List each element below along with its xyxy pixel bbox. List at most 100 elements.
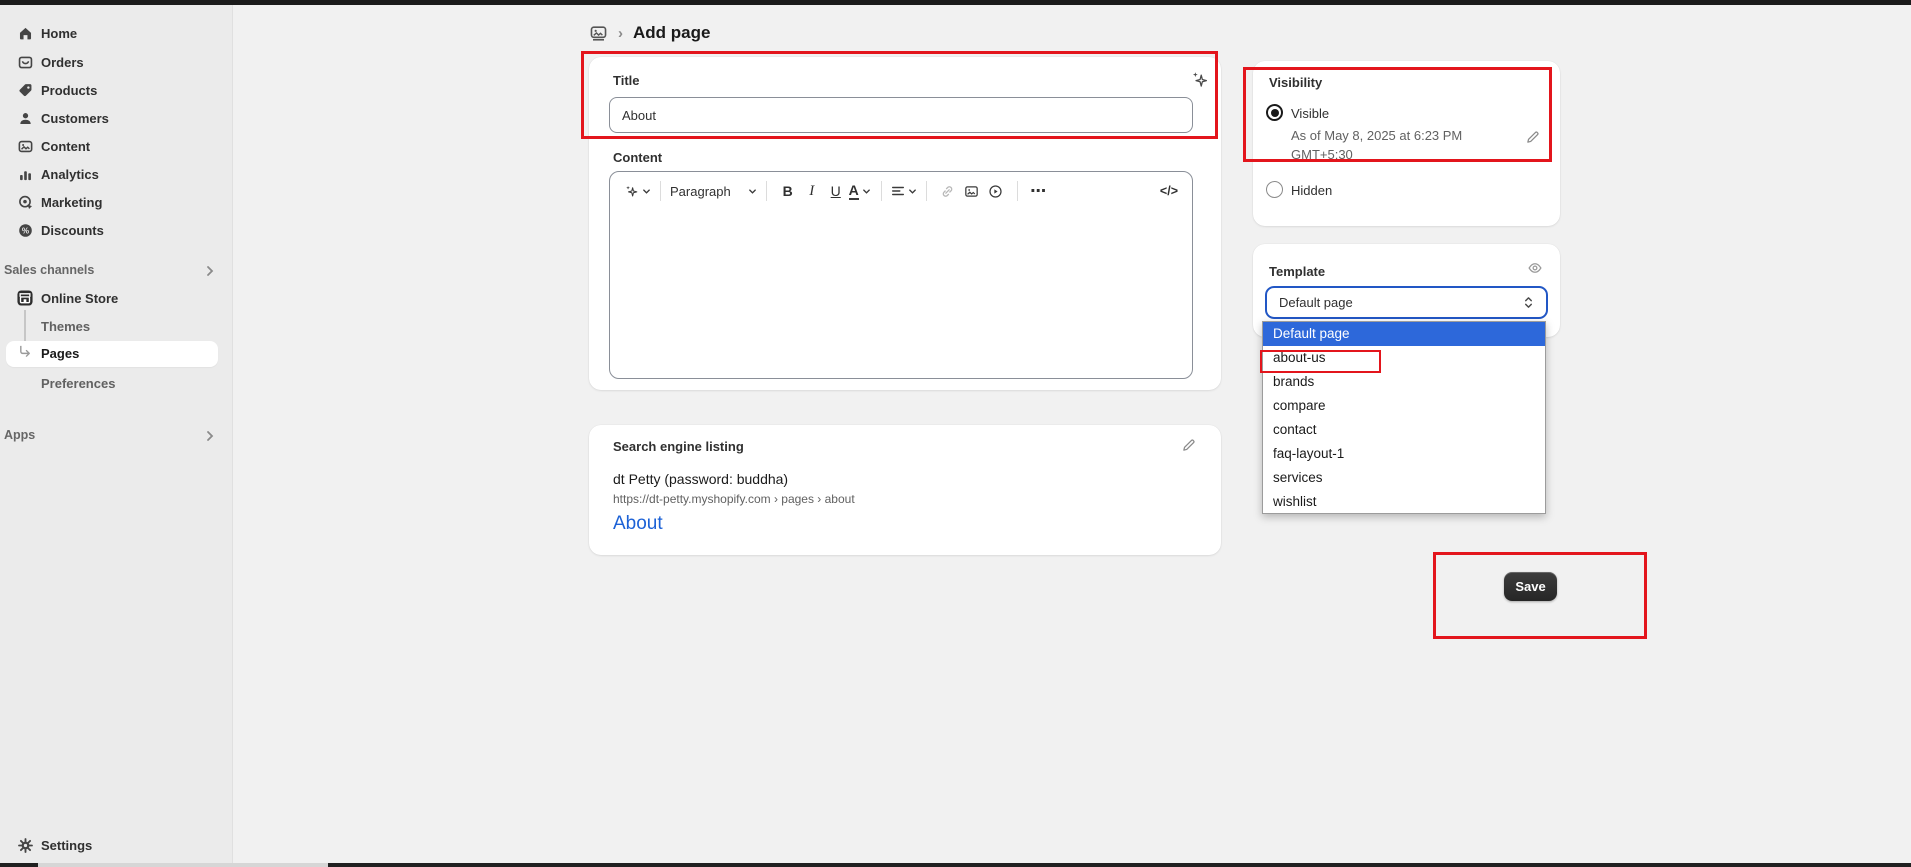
template-select[interactable]: Default page (1265, 286, 1548, 319)
sidebar-item-label: Online Store (41, 291, 118, 306)
chevron-down-icon (748, 187, 757, 196)
online-store-icon (16, 289, 34, 307)
template-dropdown-list: Default page about-us brands compare con… (1262, 321, 1546, 514)
link-button[interactable] (936, 178, 960, 204)
svg-text:%: % (21, 226, 28, 235)
visible-date-line2: GMT+5:30 (1291, 147, 1353, 162)
dropdown-option-faq-layout-1[interactable]: faq-layout-1 (1263, 442, 1545, 466)
home-icon (16, 24, 34, 42)
dropdown-option-brands[interactable]: brands (1263, 370, 1545, 394)
chevron-right-icon[interactable] (204, 430, 216, 442)
chevron-down-icon (862, 187, 871, 196)
sidebar-item-preferences[interactable]: Preferences (0, 369, 232, 397)
sidebar-item-label: Content (41, 139, 90, 154)
horizontal-scrollbar-thumb[interactable] (38, 863, 328, 867)
toolbar-divider (881, 181, 882, 201)
eye-icon[interactable] (1527, 260, 1543, 276)
visibility-card: Visibility Visible As of May 8, 2025 at … (1253, 61, 1560, 226)
products-icon (16, 81, 34, 99)
sidebar: Home Orders Products Customers Content A… (0, 5, 233, 867)
search-engine-listing-card: Search engine listing dt Petty (password… (589, 425, 1221, 555)
title-input[interactable] (609, 97, 1193, 133)
dropdown-option-services[interactable]: services (1263, 466, 1545, 490)
sidebar-item-discounts[interactable]: % Discounts (0, 216, 232, 244)
underline-button[interactable]: U (824, 178, 848, 204)
hidden-radio[interactable] (1266, 181, 1283, 198)
sparkle-ai-icon[interactable] (1190, 70, 1209, 89)
visible-radio[interactable] (1266, 104, 1283, 121)
chevron-right-icon[interactable] (204, 265, 216, 277)
breadcrumb-separator: › (618, 25, 623, 42)
customers-icon (16, 109, 34, 127)
sidebar-item-label: Home (41, 26, 77, 41)
settings-gear-icon (16, 836, 34, 854)
window-top-strip (0, 0, 1911, 5)
sidebar-item-customers[interactable]: Customers (0, 104, 232, 132)
sidebar-item-products[interactable]: Products (0, 76, 232, 104)
discounts-icon: % (16, 221, 34, 239)
pages-breadcrumb-icon[interactable] (589, 24, 608, 43)
paragraph-style-dropdown[interactable]: Paragraph (670, 178, 757, 204)
insert-video-button[interactable] (984, 178, 1008, 204)
toolbar-divider (926, 181, 927, 201)
toolbar-divider (766, 181, 767, 201)
sidebar-item-settings[interactable]: Settings (0, 831, 232, 859)
template-select-value: Default page (1279, 295, 1353, 310)
content-rich-text-editor: Paragraph B I U A ⋯ </> (609, 171, 1193, 379)
edit-pencil-icon[interactable] (1525, 129, 1541, 145)
italic-button[interactable]: I (800, 178, 824, 204)
sidebar-item-orders[interactable]: Orders (0, 48, 232, 76)
sales-channels-header: Sales channels (4, 263, 94, 277)
sidebar-item-content[interactable]: Content (0, 132, 232, 160)
select-updown-icon (1523, 295, 1534, 310)
seo-card-title: Search engine listing (613, 439, 744, 454)
sidebar-item-label: Customers (41, 111, 109, 126)
hidden-radio-label: Hidden (1291, 183, 1332, 198)
sidebar-item-online-store[interactable]: Online Store (0, 284, 232, 312)
apps-header: Apps (4, 428, 35, 442)
text-color-label: A (849, 183, 859, 200)
save-button[interactable]: Save (1504, 572, 1557, 601)
text-color-button[interactable]: A (848, 178, 872, 204)
dropdown-option-about-us[interactable]: about-us (1263, 346, 1545, 370)
visible-date-line1: As of May 8, 2025 at 6:23 PM (1291, 128, 1462, 143)
dropdown-option-wishlist[interactable]: wishlist (1263, 490, 1545, 514)
bold-button[interactable]: B (776, 178, 800, 204)
sidebar-item-analytics[interactable]: Analytics (0, 160, 232, 188)
sidebar-item-label: Pages (41, 346, 79, 361)
sidebar-item-pages-active[interactable]: Pages (6, 341, 218, 367)
dropdown-option-contact[interactable]: contact (1263, 418, 1545, 442)
sidebar-item-label: Orders (41, 55, 84, 70)
dropdown-option-compare[interactable]: compare (1263, 394, 1545, 418)
seo-site-line: dt Petty (password: buddha) (613, 471, 788, 487)
page-title: Add page (633, 23, 710, 43)
tree-arrow-icon (18, 344, 33, 359)
content-label: Content (613, 150, 662, 165)
code-view-button[interactable]: </> (1160, 184, 1178, 198)
content-editor-area[interactable] (611, 210, 1191, 377)
align-left-icon (891, 184, 905, 198)
edit-pencil-icon[interactable] (1181, 437, 1197, 453)
sidebar-item-home[interactable]: Home (0, 19, 232, 47)
toolbar-divider (660, 181, 661, 201)
dropdown-option-default-page[interactable]: Default page (1263, 322, 1545, 346)
sidebar-item-label: Marketing (41, 195, 102, 210)
template-label: Template (1269, 264, 1325, 279)
magic-text-button[interactable] (624, 178, 651, 204)
chevron-down-icon (642, 187, 651, 196)
sidebar-item-label: Analytics (41, 167, 99, 182)
chevron-down-icon (908, 187, 917, 196)
more-options-button[interactable]: ⋯ (1027, 178, 1051, 204)
marketing-icon (16, 193, 34, 211)
sidebar-item-marketing[interactable]: Marketing (0, 188, 232, 216)
sidebar-item-themes[interactable]: Themes (0, 312, 232, 340)
breadcrumb: › Add page (589, 18, 710, 48)
sidebar-item-label: Settings (41, 838, 92, 853)
seo-page-title-link[interactable]: About (613, 513, 663, 535)
paragraph-label: Paragraph (670, 184, 731, 199)
sidebar-item-label: Discounts (41, 223, 104, 238)
visibility-card-title: Visibility (1269, 75, 1322, 90)
sidebar-item-label: Preferences (41, 376, 115, 391)
insert-image-button[interactable] (960, 178, 984, 204)
alignment-button[interactable] (891, 178, 917, 204)
